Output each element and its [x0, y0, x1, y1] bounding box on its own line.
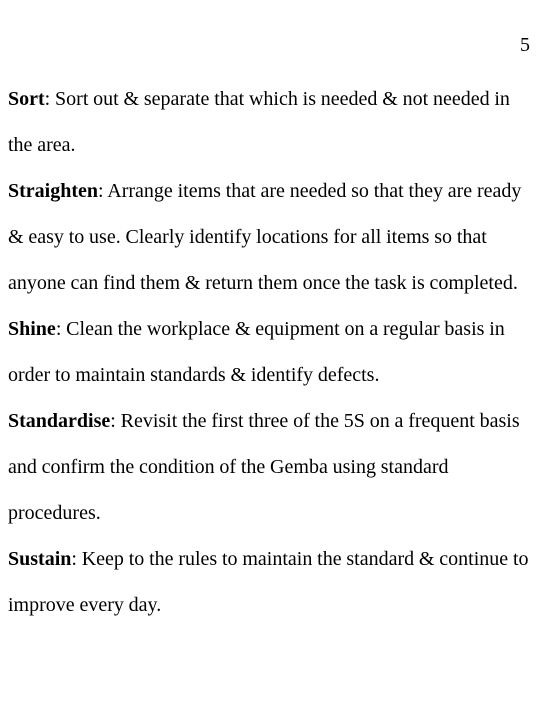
paragraph-term-sort: Sort — [8, 88, 45, 110]
paragraph-sustain: Sustain: Keep to the rules to maintain t… — [8, 536, 534, 628]
paragraph-text-shine: Clean the workplace & equipment on a reg… — [8, 318, 505, 386]
paragraph-term-straighten: Straighten — [8, 180, 98, 202]
paragraph-term-standardise: Standardise — [8, 410, 111, 432]
paragraph-separator-shine: : — [55, 318, 67, 340]
paragraph-text-sustain: Keep to the rules to maintain the standa… — [8, 548, 529, 616]
paragraph-term-shine: Shine — [8, 318, 56, 340]
paragraph-text-sort: Sort out & separate that which is needed… — [8, 88, 510, 156]
document-page: 5 Sort: Sort out & separate that which i… — [0, 0, 540, 720]
document-body: Sort: Sort out & separate that which is … — [8, 76, 534, 628]
page-number: 5 — [520, 34, 530, 56]
paragraph-separator-sustain: : — [71, 548, 82, 570]
paragraph-straighten: Straighten: Arrange items that are neede… — [8, 168, 534, 306]
paragraph-standardise: Standardise: Revisit the first three of … — [8, 398, 534, 536]
paragraph-term-sustain: Sustain — [8, 548, 72, 570]
paragraph-shine: Shine: Clean the workplace & equipment o… — [8, 306, 534, 398]
paragraph-separator-sort: : — [44, 88, 56, 110]
paragraph-sort: Sort: Sort out & separate that which is … — [8, 76, 534, 168]
paragraph-separator-standardise: : — [110, 410, 121, 432]
paragraph-separator-straighten: : — [98, 180, 108, 202]
